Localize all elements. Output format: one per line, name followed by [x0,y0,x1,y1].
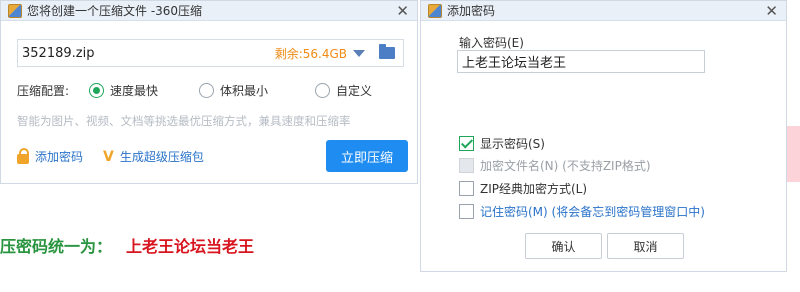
checkbox-disabled-icon [459,158,474,173]
compress-titlebar: 您将创建一个压缩文件 -360压缩 ✕ [1,1,417,21]
password-note-value: 上老王论坛当老王 [126,237,255,256]
password-dialog-titlebar: 添加密码 ✕ [421,1,786,21]
password-dialog: 添加密码 ✕ 输入密码(E) 上老王论坛当老王 显示密码(S) 加密文件名(N)… [420,0,787,272]
background-edge [787,126,800,182]
super-package-label: 生成超级压缩包 [119,150,204,164]
add-password-label: 添加密码 [35,150,84,164]
ok-button[interactable]: 确认 [525,233,602,259]
lock-icon [17,147,29,164]
password-dialog-title: 添加密码 [447,4,496,18]
radio-icon[interactable] [199,82,214,98]
option-smallest-label: 体积最小 [220,83,269,98]
compress-window: 您将创建一个压缩文件 -360压缩 ✕ 352189.zip 剩余:56.4GB… [0,0,418,184]
compress-now-button[interactable]: 立即压缩 [326,140,408,172]
remember-password-option[interactable]: 记住密码(M) (将会备忘到密码管理窗口中) [459,203,705,220]
remember-password-label: 记住密码(M) (将会备忘到密码管理窗口中) [480,205,705,219]
add-password-link[interactable]: 添加密码 [17,147,84,165]
zip-classic-label: ZIP经典加密方式(L) [480,182,588,196]
archive-app-icon [8,3,22,18]
password-note-prefix: 压密码统一为： [0,237,113,256]
cancel-button[interactable]: 取消 [607,233,684,259]
file-name-field[interactable]: 352189.zip 剩余:56.4GB [17,39,404,67]
zip-classic-option[interactable]: ZIP经典加密方式(L) [459,180,587,197]
file-name-value[interactable]: 352189.zip [22,46,275,61]
checkbox-icon[interactable] [459,204,474,219]
option-smallest[interactable]: 体积最小 [199,82,268,99]
option-custom-label: 自定义 [336,83,373,98]
radio-icon[interactable] [315,82,330,98]
dropdown-arrow-icon[interactable] [353,49,365,57]
password-input-label: 输入密码(E) [459,36,524,50]
compress-config-row: 压缩配置: 速度最快 体积最小 自定义 [17,81,417,99]
space-left-text: 剩余:56.4GB [274,46,347,61]
option-fastest-label: 速度最快 [110,83,159,98]
compress-hint: 智能为图片、视频、文档等挑选最优压缩方式，兼具速度和压缩率 [17,114,351,128]
encrypt-filename-label: 加密文件名(N) (不支持ZIP格式) [480,159,651,173]
radio-checked-icon[interactable] [89,82,104,98]
compress-window-title: 您将创建一个压缩文件 -360压缩 [27,4,203,18]
archive-app-icon [428,3,442,18]
password-input[interactable]: 上老王论坛当老王 [457,50,705,73]
config-label: 压缩配置: [17,83,70,98]
super-package-link[interactable]: V 生成超级压缩包 [103,148,204,165]
password-note: 压密码统一为： 上老王论坛当老王 [0,233,254,257]
show-password-option[interactable]: 显示密码(S) [459,135,545,152]
close-icon[interactable]: ✕ [765,2,778,20]
option-custom[interactable]: 自定义 [315,82,372,99]
checkbox-icon[interactable] [459,181,474,196]
option-fastest[interactable]: 速度最快 [89,82,158,99]
close-icon[interactable]: ✕ [396,2,409,20]
checkbox-checked-icon[interactable] [459,136,474,151]
folder-icon[interactable] [379,44,395,59]
show-password-label: 显示密码(S) [480,137,545,151]
encrypt-filename-option: 加密文件名(N) (不支持ZIP格式) [459,157,651,174]
v-icon: V [103,148,114,165]
